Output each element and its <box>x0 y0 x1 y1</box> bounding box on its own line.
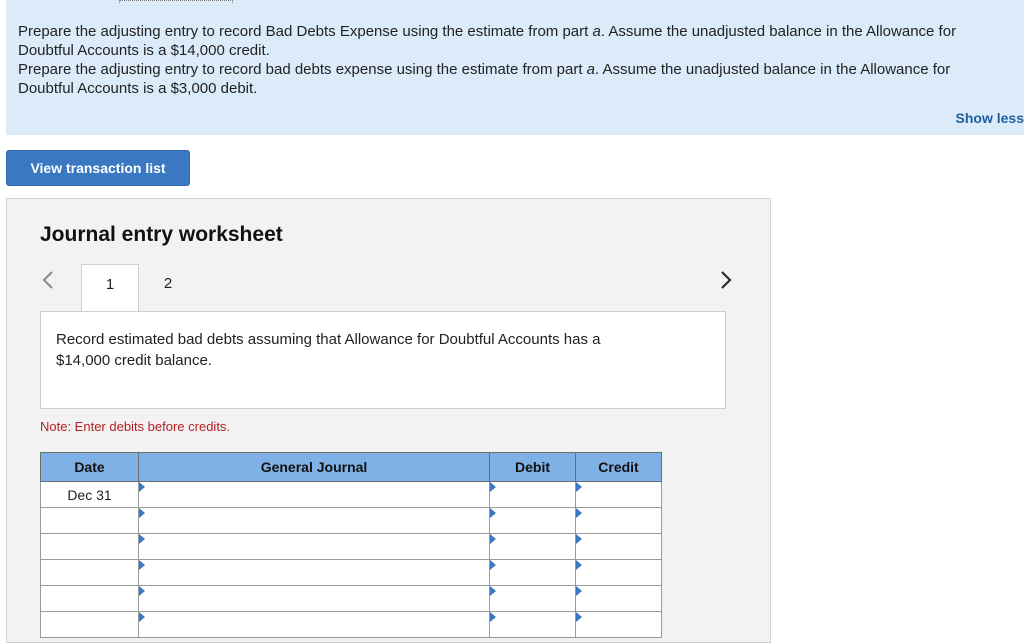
dropdown-marker-icon <box>139 612 145 622</box>
header-debit: Debit <box>489 452 576 482</box>
worksheet-title: Journal entry worksheet <box>40 223 283 246</box>
dropdown-marker-icon <box>139 560 145 570</box>
table-row <box>40 507 662 534</box>
chevron-right-icon[interactable] <box>719 269 735 293</box>
date-cell[interactable] <box>40 533 139 560</box>
debit-input[interactable] <box>489 559 576 586</box>
account-input[interactable] <box>138 481 490 508</box>
journal-table: Date General Journal Debit Credit Dec 31 <box>40 452 662 638</box>
credit-input[interactable] <box>575 481 662 508</box>
dropdown-marker-icon <box>576 612 582 622</box>
credit-input[interactable] <box>575 507 662 534</box>
debit-input[interactable] <box>489 611 576 638</box>
credit-input[interactable] <box>575 585 662 612</box>
dropdown-marker-icon <box>490 534 496 544</box>
table-row: Dec 31 <box>40 481 662 508</box>
table-row <box>40 611 662 638</box>
chevron-left-icon[interactable] <box>41 269 57 293</box>
focus-outline <box>119 0 233 3</box>
dropdown-marker-icon <box>490 508 496 518</box>
tab-1[interactable]: 1 <box>81 264 139 311</box>
tab-2[interactable]: 2 <box>139 264 197 311</box>
dropdown-marker-icon <box>576 560 582 570</box>
debit-input[interactable] <box>489 585 576 612</box>
dropdown-marker-icon <box>490 560 496 570</box>
date-cell[interactable] <box>40 585 139 612</box>
dropdown-marker-icon <box>576 508 582 518</box>
account-input[interactable] <box>138 585 490 612</box>
instructions-text: Prepare the adjusting entry to record Ba… <box>18 22 1008 98</box>
note-text: Note: Enter debits before credits. <box>40 419 231 434</box>
table-row <box>40 585 662 612</box>
account-input[interactable] <box>138 533 490 560</box>
dropdown-marker-icon <box>490 482 496 492</box>
header-date: Date <box>40 452 139 482</box>
dropdown-marker-icon <box>576 586 582 596</box>
instruction-line-2: Prepare the adjusting entry to record ba… <box>18 61 951 97</box>
debit-input[interactable] <box>489 507 576 534</box>
instructions-panel: Prepare the adjusting entry to record Ba… <box>6 0 1024 135</box>
header-general-journal: General Journal <box>138 452 490 482</box>
show-less-link[interactable]: Show less <box>956 110 1024 126</box>
account-input[interactable] <box>138 611 490 638</box>
entry-description: Record estimated bad debts assuming that… <box>56 331 601 369</box>
credit-input[interactable] <box>575 559 662 586</box>
dropdown-marker-icon <box>139 508 145 518</box>
instruction-line-1: Prepare the adjusting entry to record Ba… <box>18 23 957 59</box>
header-credit: Credit <box>575 452 662 482</box>
journal-entry-worksheet: Journal entry worksheet 1 2 Record estim… <box>6 198 771 643</box>
view-transaction-list-button[interactable]: View transaction list <box>6 150 190 186</box>
account-input[interactable] <box>138 559 490 586</box>
debit-input[interactable] <box>489 533 576 560</box>
date-cell: Dec 31 <box>40 481 139 508</box>
dropdown-marker-icon <box>576 482 582 492</box>
date-cell[interactable] <box>40 507 139 534</box>
dropdown-marker-icon <box>139 534 145 544</box>
dropdown-marker-icon <box>490 612 496 622</box>
dropdown-marker-icon <box>139 586 145 596</box>
dropdown-marker-icon <box>139 482 145 492</box>
debit-input[interactable] <box>489 481 576 508</box>
date-cell[interactable] <box>40 559 139 586</box>
dropdown-marker-icon <box>490 586 496 596</box>
table-row <box>40 559 662 586</box>
credit-input[interactable] <box>575 533 662 560</box>
table-row <box>40 533 662 560</box>
journal-header-row: Date General Journal Debit Credit <box>40 452 662 482</box>
entry-description-box: Record estimated bad debts assuming that… <box>40 311 726 409</box>
account-input[interactable] <box>138 507 490 534</box>
date-cell[interactable] <box>40 611 139 638</box>
credit-input[interactable] <box>575 611 662 638</box>
dropdown-marker-icon <box>576 534 582 544</box>
